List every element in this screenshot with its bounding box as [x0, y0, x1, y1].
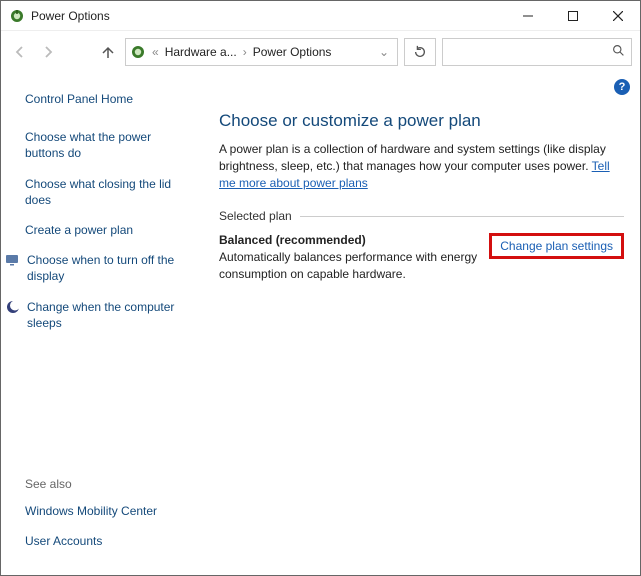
window-title: Power Options [31, 9, 110, 23]
page-description: A power plan is a collection of hardware… [219, 141, 624, 191]
back-button[interactable] [9, 41, 31, 63]
help-icon[interactable]: ? [614, 79, 630, 95]
see-also-label: See also [25, 477, 191, 491]
sidebar: Control Panel Home Choose what the power… [1, 73, 203, 575]
navigation-row: « Hardware a... › Power Options ⌄ [1, 31, 640, 73]
chevron-down-icon[interactable]: ⌄ [375, 45, 393, 59]
section-label: Selected plan [219, 209, 292, 223]
control-panel-home-link[interactable]: Control Panel Home [25, 91, 191, 107]
moon-icon [5, 299, 21, 315]
sidebar-item-closing-lid[interactable]: Choose what closing the lid does [25, 176, 191, 208]
divider [300, 216, 624, 217]
power-options-icon [9, 8, 25, 24]
content-area: ? Control Panel Home Choose what the pow… [1, 73, 640, 575]
plan-description: Automatically balances performance with … [219, 249, 479, 283]
main-panel: Choose or customize a power plan A power… [203, 73, 640, 575]
change-plan-settings-link[interactable]: Change plan settings [500, 239, 613, 253]
see-also-user-accounts[interactable]: User Accounts [25, 533, 191, 549]
sidebar-item-label: Choose when to turn off the display [27, 252, 191, 284]
page-heading: Choose or customize a power plan [219, 111, 624, 131]
maximize-button[interactable] [550, 1, 595, 31]
minimize-button[interactable] [505, 1, 550, 31]
display-icon [5, 252, 21, 268]
selected-plan-section: Selected plan [219, 209, 624, 223]
search-input[interactable] [449, 45, 612, 59]
close-button[interactable] [595, 1, 640, 31]
search-icon [612, 44, 625, 60]
plan-row: Balanced (recommended) Automatically bal… [219, 233, 624, 283]
breadcrumb-hardware[interactable]: Hardware a... [165, 45, 237, 59]
chevron-right-icon: › [241, 45, 249, 59]
search-box[interactable] [442, 38, 632, 66]
desc-text: A power plan is a collection of hardware… [219, 142, 606, 173]
breadcrumb-prefix: « [150, 45, 161, 59]
sidebar-item-power-buttons[interactable]: Choose what the power buttons do [25, 129, 191, 161]
title-bar: Power Options [1, 1, 640, 31]
sidebar-item-turn-off-display[interactable]: Choose when to turn off the display [5, 252, 191, 284]
sidebar-item-sleep[interactable]: Change when the computer sleeps [5, 299, 191, 331]
power-options-icon [130, 44, 146, 60]
forward-button[interactable] [37, 41, 59, 63]
address-bar[interactable]: « Hardware a... › Power Options ⌄ [125, 38, 398, 66]
change-plan-settings-highlight: Change plan settings [489, 233, 624, 259]
sidebar-item-label: Change when the computer sleeps [27, 299, 191, 331]
see-also-mobility-center[interactable]: Windows Mobility Center [25, 503, 191, 519]
up-button[interactable] [97, 41, 119, 63]
refresh-button[interactable] [404, 38, 436, 66]
breadcrumb-power-options[interactable]: Power Options [253, 45, 332, 59]
plan-title: Balanced (recommended) [219, 233, 479, 247]
sidebar-item-create-plan[interactable]: Create a power plan [25, 222, 191, 238]
